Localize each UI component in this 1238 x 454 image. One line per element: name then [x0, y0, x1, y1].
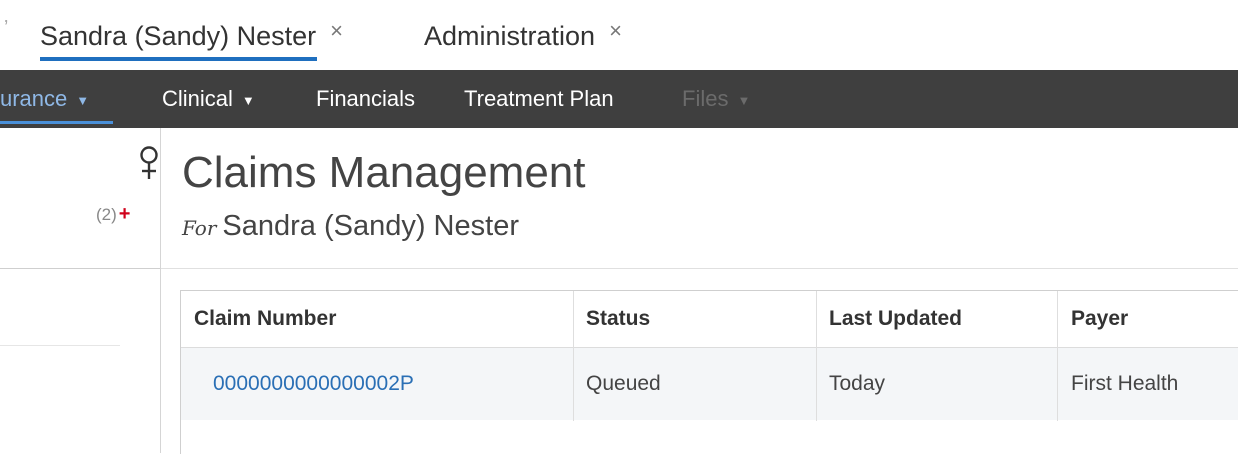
claim-payer: First Health [1071, 372, 1179, 395]
alerts-count: (2) [96, 205, 117, 224]
caret-down-icon: ▼ [737, 92, 751, 108]
sidebar-divider-line [0, 345, 120, 346]
alert-plus-icon: + [118, 203, 131, 225]
close-icon[interactable]: × [330, 18, 343, 44]
tab-scroll-edge: ʼ [4, 18, 9, 40]
nav-financials[interactable]: Financials [316, 70, 415, 128]
for-label: For [182, 216, 217, 240]
nav-files-label: Files [682, 86, 729, 111]
nav-clinical[interactable]: Clinical ▼ [162, 70, 255, 128]
page-title: Claims Management [182, 148, 586, 197]
table-row[interactable]: 0000000000000002P Queued Today First Hea… [181, 348, 1238, 420]
nav-insurance-label: urance [0, 86, 68, 111]
alerts-indicator[interactable]: (2) + [96, 203, 130, 226]
nav-financials-label: Financials [316, 86, 416, 111]
claims-table: Claim Number Status Last Updated Payer 0… [180, 290, 1238, 454]
tab-strip: ʼ Sandra (Sandy) Nester × Administration… [0, 0, 1238, 68]
tab-patient[interactable]: Sandra (Sandy) Nester × [40, 12, 343, 61]
tab-administration-label: Administration [424, 20, 596, 51]
column-header-claim-number[interactable]: Claim Number [194, 291, 336, 347]
nav-treatment-plan[interactable]: Treatment Plan [464, 70, 614, 128]
column-header-last-updated[interactable]: Last Updated [829, 291, 962, 347]
patient-name: Sandra (Sandy) Nester [222, 210, 519, 242]
patient-navbar: urance ▼ Clinical ▼ Financials Treatment… [0, 70, 1238, 128]
column-separator [573, 291, 574, 421]
close-icon[interactable]: × [609, 18, 622, 44]
column-separator [1057, 291, 1058, 421]
nav-clinical-label: Clinical [162, 86, 233, 111]
caret-down-icon: ▼ [76, 92, 90, 108]
column-header-payer[interactable]: Payer [1071, 291, 1128, 347]
header-divider [161, 268, 1238, 269]
claim-status: Queued [586, 372, 661, 395]
female-icon [140, 146, 158, 179]
sidebar-border [160, 128, 161, 453]
claim-number-link[interactable]: 0000000000000002P [213, 348, 414, 420]
column-header-status[interactable]: Status [586, 291, 650, 347]
active-tab-indicator [40, 57, 317, 61]
nav-treatment-plan-label: Treatment Plan [464, 86, 614, 111]
tab-patient-label: Sandra (Sandy) Nester [40, 20, 317, 51]
table-header: Claim Number Status Last Updated Payer [181, 291, 1238, 348]
claim-last-updated: Today [829, 372, 886, 395]
sidebar-divider-line [0, 268, 160, 269]
column-separator [816, 291, 817, 421]
nav-files[interactable]: Files ▼ [682, 70, 750, 128]
tab-administration[interactable]: Administration × [424, 12, 622, 60]
caret-down-icon: ▼ [241, 92, 255, 108]
nav-insurance[interactable]: urance ▼ [0, 70, 114, 128]
active-nav-indicator [0, 121, 114, 124]
page-subtitle: For Sandra (Sandy) Nester [182, 210, 519, 243]
